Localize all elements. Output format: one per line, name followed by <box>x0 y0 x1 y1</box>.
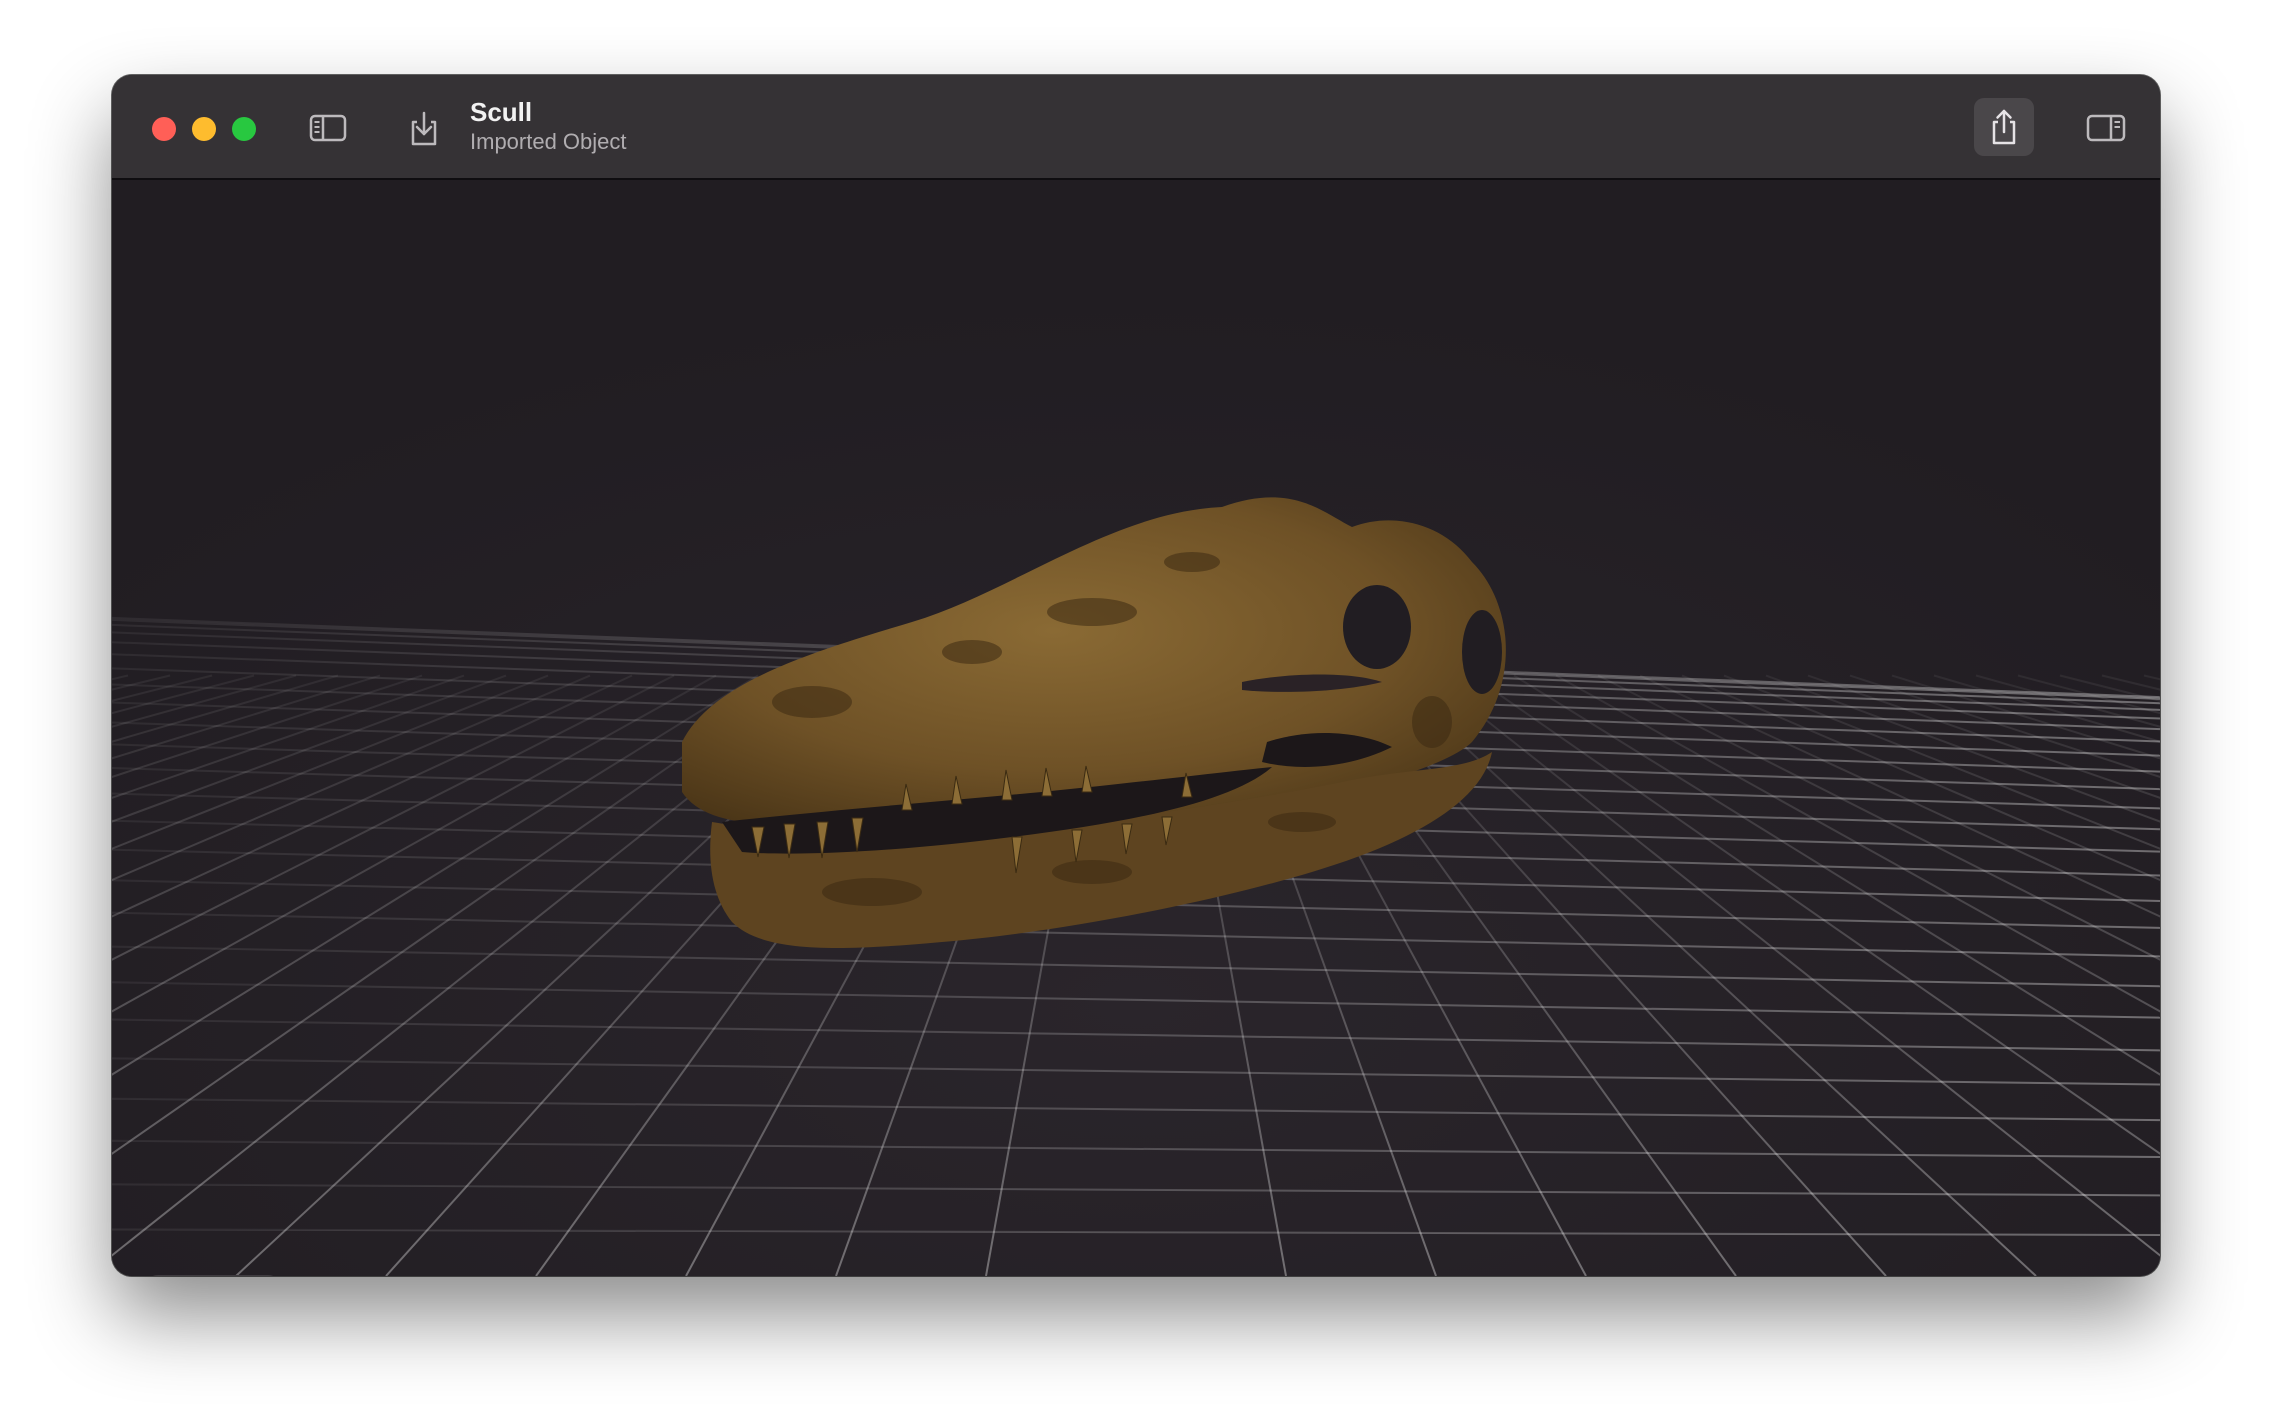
window-subtitle: Imported Object <box>470 129 627 154</box>
sidebar-toggle-button[interactable] <box>302 105 354 151</box>
import-icon <box>411 111 437 146</box>
share-button[interactable] <box>1974 98 2034 156</box>
zoom-button[interactable] <box>232 117 256 141</box>
close-button[interactable] <box>152 117 176 141</box>
inspector-toggle-button[interactable] <box>2080 105 2132 151</box>
title-bar: Scull Imported Object <box>112 75 2160 180</box>
minimize-button[interactable] <box>192 117 216 141</box>
3d-viewport[interactable]: 10cm 50cm <box>112 182 2160 1276</box>
title-block: Scull Imported Object <box>470 97 627 156</box>
inspector-toggle-icon <box>2086 114 2126 142</box>
scene-render[interactable] <box>112 182 2160 1276</box>
viewport-controls <box>144 1275 282 1276</box>
app-window: Scull Imported Object <box>112 75 2160 1276</box>
share-icon <box>1992 109 2016 145</box>
sidebar-toggle-icon <box>309 114 347 142</box>
import-button[interactable] <box>398 105 450 151</box>
window-title: Scull <box>470 97 533 127</box>
